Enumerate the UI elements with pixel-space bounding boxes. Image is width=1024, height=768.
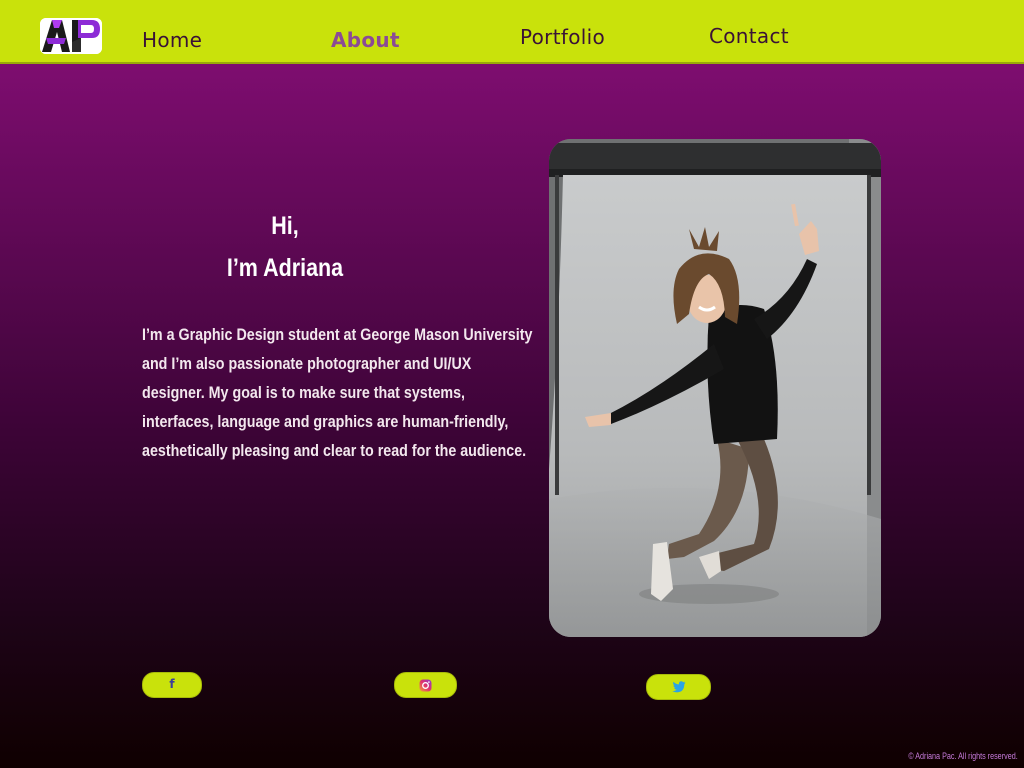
copyright-text: © Adriana Pac. All rights reserved. [908,751,1018,761]
instagram-button[interactable] [394,672,457,698]
logo-mark-icon [40,18,102,54]
facebook-icon: f [169,676,175,691]
facebook-button[interactable]: f [142,672,202,698]
intro-paragraph: I’m a Graphic Design student at George M… [142,325,533,460]
site-logo[interactable] [40,18,102,54]
nav-home-link[interactable]: Home [142,28,202,52]
greeting-line-hi: Hi, [271,212,299,240]
greeting-line-name: I’m Adriana [226,254,344,282]
nav-contact-link[interactable]: Contact [709,24,789,48]
hero-greeting: Hi, I’m Adriana [160,205,409,289]
nav-about-link[interactable]: About [331,28,400,52]
top-navbar: Home About Portfolio Contact [0,0,1024,64]
photo-illustration [549,139,881,637]
instagram-icon [419,679,432,691]
profile-photo [549,139,881,637]
twitter-button[interactable] [646,674,711,700]
twitter-icon [671,681,685,693]
nav-portfolio-link[interactable]: Portfolio [520,25,605,49]
